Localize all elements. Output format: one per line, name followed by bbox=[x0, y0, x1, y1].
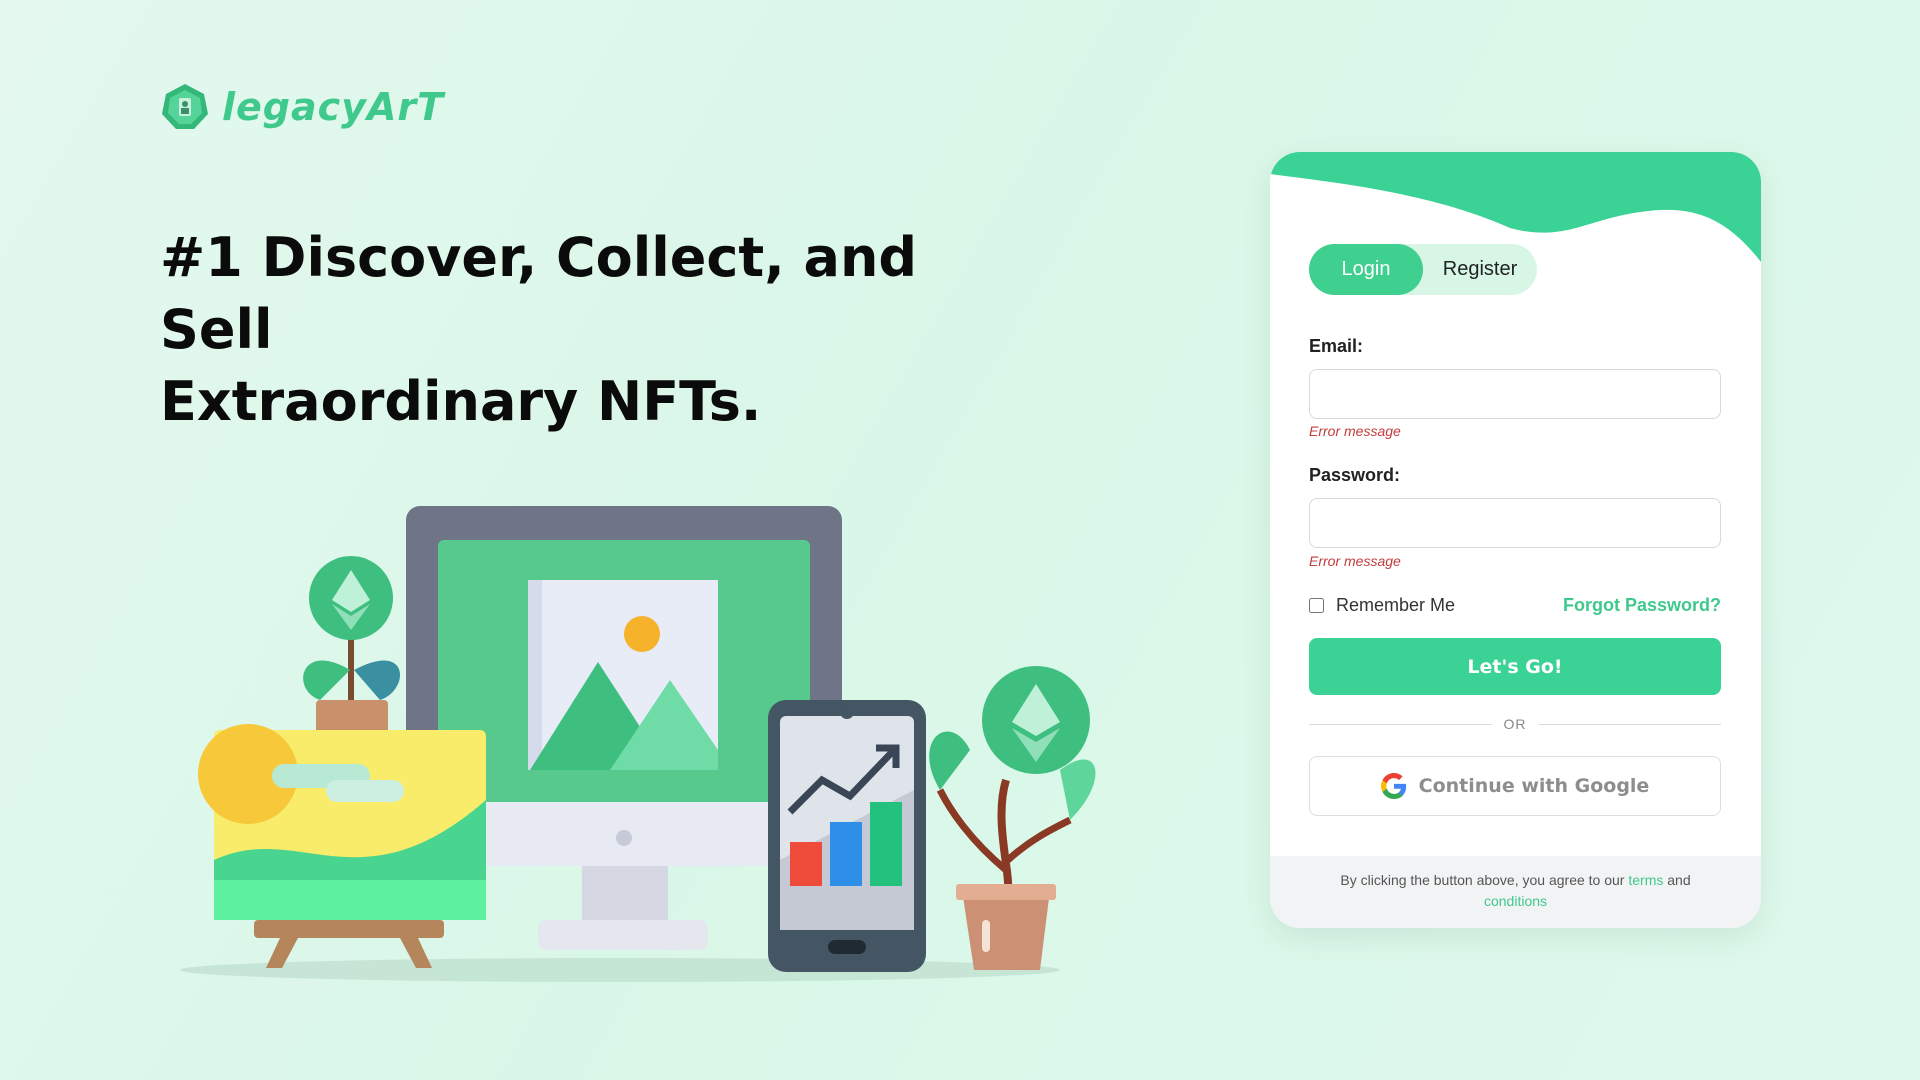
logo-icon bbox=[162, 84, 208, 129]
hero-line-1: #1 Discover, Collect, and Sell bbox=[160, 226, 918, 361]
tab-login[interactable]: Login bbox=[1309, 244, 1423, 295]
conditions-link[interactable]: conditions bbox=[1484, 893, 1547, 909]
google-icon bbox=[1380, 773, 1406, 799]
nft-illustration bbox=[180, 506, 1096, 982]
email-field[interactable] bbox=[1309, 369, 1721, 419]
login-submit-button[interactable]: Let's Go! bbox=[1309, 638, 1721, 695]
terms-prefix: By clicking the button above, you agree … bbox=[1340, 872, 1625, 888]
brand-name: legacyArT bbox=[222, 85, 445, 129]
divider-label: OR bbox=[1503, 716, 1527, 732]
password-field[interactable] bbox=[1309, 498, 1721, 548]
google-button-label: Continue with Google bbox=[1418, 775, 1650, 797]
divider-line-left bbox=[1309, 723, 1492, 725]
auth-card: Login Register Email: Error message Pass… bbox=[1270, 152, 1761, 928]
or-divider: OR bbox=[1309, 716, 1721, 732]
email-error: Error message bbox=[1309, 423, 1401, 439]
ethereum-icon bbox=[303, 556, 400, 740]
divider-line-right bbox=[1538, 723, 1721, 725]
tab-register[interactable]: Register bbox=[1423, 244, 1537, 295]
terms-link[interactable]: terms bbox=[1628, 872, 1663, 888]
hero-line-2: Extraordinary NFTs. bbox=[160, 370, 762, 433]
auth-tabs: Login Register bbox=[1309, 244, 1537, 295]
email-label: Email: bbox=[1309, 336, 1364, 356]
image-icon bbox=[528, 580, 718, 770]
hero-headline: #1 Discover, Collect, and Sell Extraordi… bbox=[160, 222, 980, 438]
forgot-password-link[interactable]: Forgot Password? bbox=[1563, 595, 1721, 616]
password-error: Error message bbox=[1309, 553, 1401, 569]
remember-me-label: Remember Me bbox=[1336, 595, 1456, 615]
brand-logo[interactable]: legacyArT bbox=[160, 82, 444, 132]
chart-icon bbox=[768, 700, 926, 972]
terms-and: and bbox=[1667, 872, 1691, 888]
terms-notice: By clicking the button above, you agree … bbox=[1270, 856, 1761, 928]
remember-me: Remember Me bbox=[1309, 595, 1455, 616]
password-label: Password: bbox=[1309, 465, 1401, 485]
remember-me-checkbox[interactable] bbox=[1309, 598, 1324, 613]
google-signin-button[interactable]: Continue with Google bbox=[1309, 756, 1721, 816]
